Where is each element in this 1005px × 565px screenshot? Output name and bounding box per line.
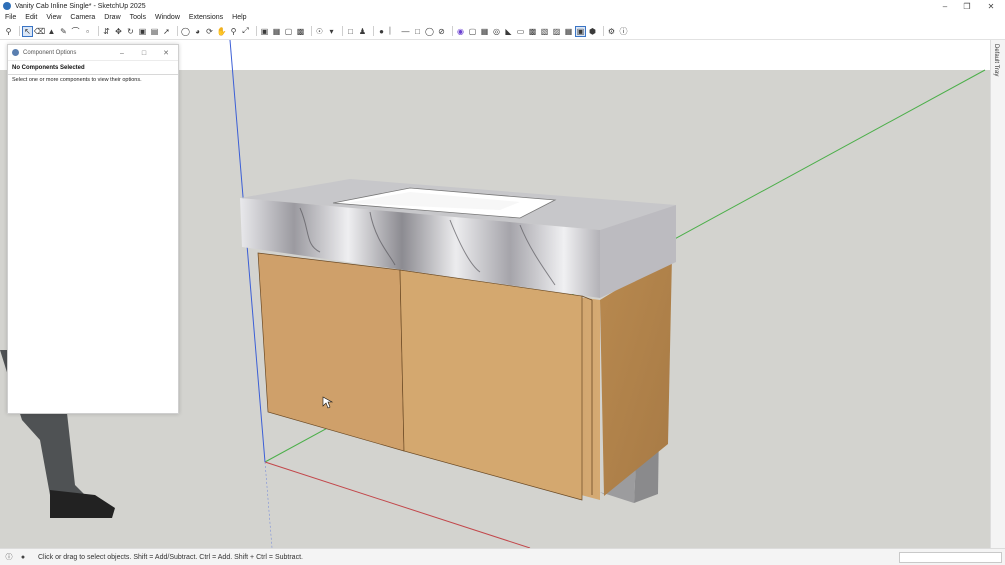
section-plane-icon[interactable]: ☉ <box>315 27 324 36</box>
component-icon[interactable]: ▢ <box>468 27 477 36</box>
toolbar-divider <box>373 26 374 36</box>
pan-icon[interactable]: ✋ <box>217 27 227 36</box>
menu-help[interactable]: Help <box>232 14 246 21</box>
hide-icon[interactable]: ⊘ <box>437 27 446 36</box>
right-view-icon[interactable]: ▧ <box>540 27 549 36</box>
square-icon[interactable]: □ <box>413 27 422 36</box>
panel-maximize-icon[interactable]: □ <box>138 48 150 58</box>
component-options-panel: Component Options – □ ✕ No Components Se… <box>7 44 179 414</box>
toolbar-divider <box>98 26 99 36</box>
dot-icon[interactable]: ● <box>377 27 386 36</box>
line-icon[interactable]: — <box>401 27 410 36</box>
toolbar-divider <box>603 26 604 36</box>
toolbar-divider <box>256 26 257 36</box>
front-view-icon[interactable]: ▩ <box>528 27 537 36</box>
xray-icon[interactable]: ▣ <box>260 27 269 36</box>
measurements-box[interactable] <box>899 552 1002 563</box>
display-section-icon[interactable]: ▾ <box>327 27 336 36</box>
menu-extensions[interactable]: Extensions <box>189 14 223 21</box>
title-bar: Vanity Cab Inline Single* - SketchUp 202… <box>0 0 1005 12</box>
zoom-window-icon[interactable]: ⚲ <box>229 27 238 36</box>
offset-icon[interactable]: ▤ <box>150 27 159 36</box>
menu-window[interactable]: Window <box>155 14 180 21</box>
perspective-view-icon[interactable]: ▣ <box>575 25 586 37</box>
select-icon[interactable]: ↖ <box>22 25 33 37</box>
status-hint: Click or drag to select objects. Shift =… <box>38 553 303 561</box>
eraser-icon[interactable]: ⌫ <box>34 27 45 36</box>
toolbar-divider <box>311 26 312 36</box>
menu-file[interactable]: File <box>5 14 16 21</box>
rotate-icon[interactable]: ↻ <box>126 27 135 36</box>
camera-icon[interactable]: ◎ <box>492 27 501 36</box>
menu-view[interactable]: View <box>46 14 61 21</box>
panel-close-icon[interactable]: ✕ <box>160 48 172 58</box>
pencil-icon[interactable]: ✎ <box>59 27 68 36</box>
hidden-line-icon[interactable]: ▩ <box>296 27 305 36</box>
panel-divider <box>8 74 178 75</box>
menu-draw[interactable]: Draw <box>104 14 120 21</box>
line-style-icon[interactable]: ⎸ <box>389 26 398 36</box>
zoom-icon[interactable]: ⚲ <box>4 27 13 36</box>
help-icon[interactable]: ⓘ <box>619 27 628 36</box>
tape-measure-icon[interactable]: ◯ <box>181 27 190 36</box>
close-icon[interactable]: ✕ <box>979 0 1003 12</box>
top-view-icon[interactable]: ▭ <box>516 27 525 36</box>
panel-heading: No Components Selected <box>12 65 85 71</box>
toolbar-divider <box>19 26 20 36</box>
left-view-icon[interactable]: ▦ <box>564 27 573 36</box>
settings-icon[interactable]: ⚙ <box>607 27 616 36</box>
status-bar: ⓘ ● Click or drag to select objects. Shi… <box>0 548 1005 565</box>
arc-icon[interactable]: ⌒ <box>71 27 80 36</box>
window-title: Vanity Cab Inline Single* - SketchUp 202… <box>15 2 146 10</box>
info-icon[interactable]: ⓘ <box>4 552 14 562</box>
sketchup-logo-icon <box>3 2 11 10</box>
toolbar-divider <box>177 26 178 36</box>
rectangle-icon[interactable]: ▫ <box>83 27 92 36</box>
follow-me-icon[interactable]: ➚ <box>162 27 171 36</box>
restore-icon[interactable]: ❐ <box>955 0 979 12</box>
panel-titlebar[interactable]: Component Options – □ ✕ <box>8 45 178 61</box>
tray-label[interactable]: Default Tray <box>993 44 999 76</box>
cube-view-icon[interactable]: ⬢ <box>588 27 597 36</box>
circle-icon[interactable]: ◯ <box>425 27 434 36</box>
new-document-icon[interactable]: □ <box>346 27 355 36</box>
add-person-icon[interactable]: ♟ <box>358 27 367 36</box>
menu-bar: File Edit View Camera Draw Tools Window … <box>0 12 1005 23</box>
minimize-icon[interactable]: – <box>933 0 957 12</box>
orbit-icon[interactable]: ⟳ <box>205 27 214 36</box>
protractor-icon[interactable]: ◕ <box>193 27 202 36</box>
move-icon[interactable]: ✥ <box>114 27 123 36</box>
toolbar-divider <box>342 26 343 36</box>
back-view-icon[interactable]: ▨ <box>552 27 561 36</box>
back-edges-icon[interactable]: ▦ <box>272 27 281 36</box>
paint-bucket-icon[interactable]: ▲ <box>47 27 56 36</box>
menu-tools[interactable]: Tools <box>130 14 146 21</box>
zoom-extents-icon[interactable]: ⤢ <box>241 26 250 36</box>
push-pull-icon[interactable]: ⇵ <box>102 27 111 36</box>
group-icon[interactable]: ▦ <box>480 27 489 36</box>
component-options-icon <box>12 49 19 56</box>
iso-view-icon[interactable]: ◣ <box>504 27 513 36</box>
default-tray[interactable]: Default Tray <box>990 40 1005 548</box>
menu-edit[interactable]: Edit <box>25 14 37 21</box>
wireframe-icon[interactable]: ▢ <box>284 27 293 36</box>
extension-icon[interactable]: ◉ <box>456 27 465 36</box>
scale-icon[interactable]: ▣ <box>138 27 147 36</box>
panel-body-text: Select one or more components to view th… <box>12 77 142 83</box>
panel-title: Component Options <box>23 49 77 56</box>
panel-minimize-icon[interactable]: – <box>116 48 128 58</box>
toolbar-divider <box>452 26 453 36</box>
main-toolbar: ⚲ ↖ ⌫ ▲ ✎ ⌒ ▫ ⇵ ✥ ↻ ▣ ▤ ➚ ◯ ◕ ⟳ ✋ ⚲ ⤢ ▣ … <box>0 23 1005 40</box>
instructor-icon[interactable]: ● <box>18 552 28 562</box>
menu-camera[interactable]: Camera <box>70 14 95 21</box>
